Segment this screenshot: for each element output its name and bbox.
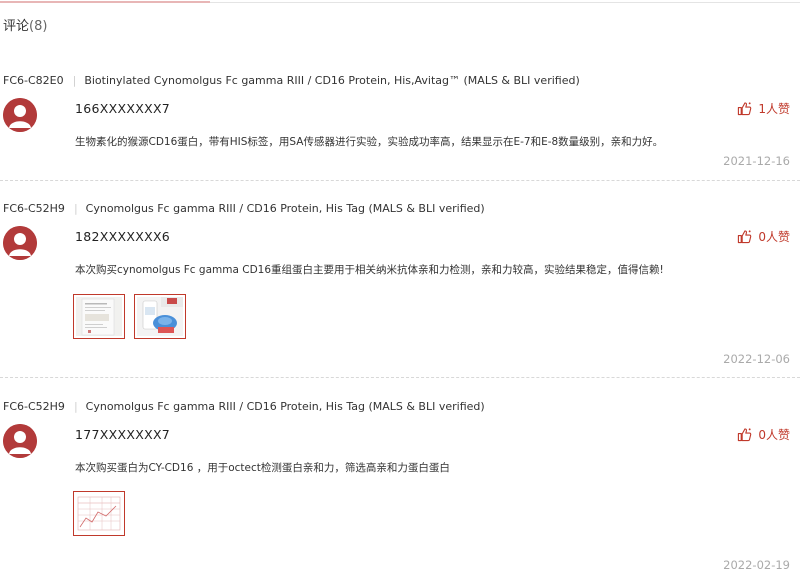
reviews-count: (8) bbox=[29, 19, 48, 34]
review-image-thumbnail[interactable] bbox=[73, 491, 125, 536]
review-item: FC6-C82E0 | Biotinylated Cynomolgus Fc gam… bbox=[0, 70, 800, 180]
product-name[interactable]: Cynomolgus Fc gamma RIII / CD16 Protein,… bbox=[86, 202, 485, 215]
avatar bbox=[3, 98, 37, 132]
like-button[interactable]: 0人赞 bbox=[737, 228, 790, 245]
review-comment: 生物素化的猴源CD16蛋白，带有HIS标签，用SA传感器进行实验，实验成功率高，… bbox=[75, 136, 664, 148]
review-product-line: FC6-C52H9 | Cynomolgus Fc gamma RIII / CD1… bbox=[3, 400, 485, 413]
reviews-heading-label: 评论 bbox=[3, 19, 30, 34]
review-username: 182XXXXXXX6 bbox=[75, 229, 171, 244]
review-product-line: FC6-C82E0 | Biotinylated Cynomolgus Fc gam… bbox=[3, 74, 580, 87]
product-sku[interactable]: FC6-C82E0 bbox=[3, 74, 64, 87]
thumbs-up-icon bbox=[738, 102, 752, 116]
like-count: 1人赞 bbox=[758, 102, 790, 116]
product-photo-image bbox=[137, 297, 183, 336]
product-separator: | bbox=[72, 74, 77, 87]
review-divider bbox=[0, 180, 800, 181]
review-date: 2022-02-19 bbox=[723, 558, 790, 572]
review-divider bbox=[0, 377, 800, 378]
user-avatar-icon bbox=[3, 98, 37, 132]
product-sku[interactable]: FC6-C52H9 bbox=[3, 202, 65, 215]
product-separator: | bbox=[73, 400, 78, 413]
review-item: FC6-C52H9 | Cynomolgus Fc gamma RIII / CD1… bbox=[0, 396, 800, 582]
like-count: 0人赞 bbox=[758, 230, 790, 244]
data-table-image bbox=[76, 494, 122, 533]
review-image-thumbnail[interactable] bbox=[134, 294, 186, 339]
like-button[interactable]: 0人赞 bbox=[737, 426, 790, 443]
product-sku[interactable]: FC6-C52H9 bbox=[3, 400, 65, 413]
like-count: 0人赞 bbox=[758, 428, 790, 442]
review-date: 2022-12-06 bbox=[723, 352, 790, 366]
document-photo-image bbox=[76, 297, 122, 336]
review-comment: 本次购买蛋白为CY-CD16 ，用于octect检测蛋白亲和力，筛选高亲和力蛋白… bbox=[75, 462, 450, 474]
review-comment: 本次购买cynomolgus Fc gamma CD16重组蛋白主要用于相关纳米… bbox=[75, 264, 664, 276]
tab-active-indicator bbox=[0, 1, 210, 3]
product-name[interactable]: Biotinylated Cynomolgus Fc gamma RIII / … bbox=[84, 74, 579, 87]
reviews-heading: 评论(8) bbox=[3, 15, 47, 34]
avatar bbox=[3, 424, 37, 458]
product-name[interactable]: Cynomolgus Fc gamma RIII / CD16 Protein,… bbox=[86, 400, 485, 413]
user-avatar-icon bbox=[3, 424, 37, 458]
review-username: 166XXXXXXX7 bbox=[75, 101, 171, 116]
user-avatar-icon bbox=[3, 226, 37, 260]
thumbs-up-icon bbox=[738, 428, 752, 442]
thumbs-up-icon bbox=[738, 230, 752, 244]
review-images bbox=[73, 491, 125, 536]
review-date: 2021-12-16 bbox=[723, 154, 790, 168]
review-image-thumbnail[interactable] bbox=[73, 294, 125, 339]
review-images bbox=[73, 294, 186, 339]
review-username: 177XXXXXXX7 bbox=[75, 427, 171, 442]
avatar bbox=[3, 226, 37, 260]
like-button[interactable]: 1人赞 bbox=[737, 100, 790, 117]
review-product-line: FC6-C52H9 | Cynomolgus Fc gamma RIII / CD1… bbox=[3, 202, 485, 215]
product-separator: | bbox=[73, 202, 78, 215]
review-item: FC6-C52H9 | Cynomolgus Fc gamma RIII / CD1… bbox=[0, 198, 800, 372]
